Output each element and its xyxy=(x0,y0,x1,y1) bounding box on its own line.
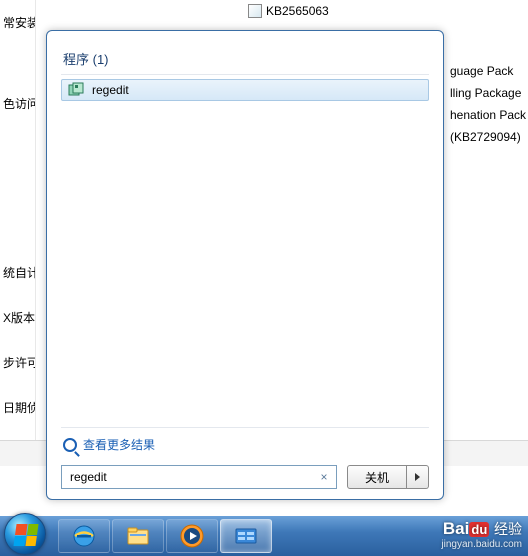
taskbar-explorer-button[interactable] xyxy=(112,519,164,553)
media-player-icon xyxy=(179,523,205,549)
see-more-results-link[interactable]: 查看更多结果 xyxy=(61,427,429,465)
shutdown-split-button: 关机 xyxy=(347,465,429,489)
watermark: Baidu 经验 jingyan.baidu.com xyxy=(441,519,522,550)
shutdown-label: 关机 xyxy=(365,469,389,486)
file-explorer-icon xyxy=(125,523,151,549)
tree-item[interactable]: X版本 xyxy=(0,303,35,332)
update-package-icon xyxy=(248,4,262,18)
taskbar-control-panel-button[interactable] xyxy=(220,519,272,553)
results-section-header: 程序 (1) xyxy=(61,45,429,75)
tree-item[interactable]: 步许可 xyxy=(0,348,35,377)
shutdown-options-button[interactable] xyxy=(407,465,429,489)
search-input-container[interactable]: × xyxy=(61,465,337,489)
start-menu-bottom-row: × 关机 xyxy=(61,465,429,489)
clear-search-icon[interactable]: × xyxy=(316,470,332,484)
tree-item[interactable]: 常安装 xyxy=(0,8,35,37)
taskbar-ie-button[interactable] xyxy=(58,519,110,553)
chevron-right-icon xyxy=(415,473,420,481)
control-panel-icon xyxy=(233,523,259,549)
tree-item[interactable]: 色访问 xyxy=(0,89,35,118)
regedit-icon xyxy=(68,82,84,98)
see-more-label: 查看更多结果 xyxy=(83,436,155,453)
start-button[interactable] xyxy=(4,513,46,555)
search-result-label: regedit xyxy=(92,83,129,97)
search-input[interactable] xyxy=(70,470,316,484)
list-item-kb[interactable]: KB2565063 xyxy=(248,4,329,18)
windows-logo-icon xyxy=(13,524,38,546)
start-menu-search-panel: 程序 (1) regedit 查看更多结果 × 关机 xyxy=(46,30,444,500)
list-item-label: KB2565063 xyxy=(266,4,329,18)
background-right-text: guage Pack lling Package henation Pack (… xyxy=(450,60,528,148)
taskbar-media-player-button[interactable] xyxy=(166,519,218,553)
background-tree-pane: 常安装 色访问 统自计 X版本 步许可 日期侦 xyxy=(0,0,36,440)
tree-item[interactable]: 统自计 xyxy=(0,258,35,287)
results-empty-area xyxy=(61,101,429,427)
search-result-regedit[interactable]: regedit xyxy=(61,79,429,101)
watermark-brand-suffix: 经验 xyxy=(494,521,522,537)
watermark-brand: Bai xyxy=(443,519,469,538)
shutdown-button[interactable]: 关机 xyxy=(347,465,407,489)
internet-explorer-icon xyxy=(71,523,97,549)
search-icon xyxy=(63,438,77,452)
watermark-url: jingyan.baidu.com xyxy=(441,539,522,551)
tree-item[interactable]: 日期侦 xyxy=(0,393,35,422)
